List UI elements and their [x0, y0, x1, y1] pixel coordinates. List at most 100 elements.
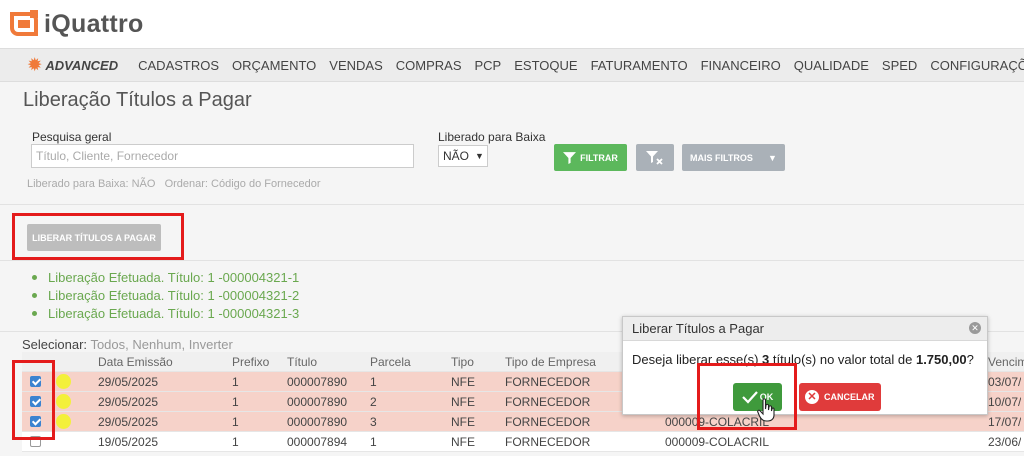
col-header-empresa[interactable]: Tipo de Empresa [505, 352, 596, 371]
table-row[interactable]: 29/05/2025 1 000007890 3 NFE FORNECEDOR … [22, 412, 1024, 432]
col-header-vencimento[interactable]: Vencim [988, 352, 1024, 371]
nav-configuracoes[interactable]: CONFIGURAÇÕES [930, 58, 1024, 73]
clear-filter-icon [646, 151, 663, 165]
confirm-dialog: Liberar Títulos a Pagar ✕ Deseja liberar… [622, 316, 988, 415]
search-input[interactable] [31, 144, 414, 168]
col-header-parcela[interactable]: Parcela [370, 352, 411, 371]
cell-tipo: NFE [451, 434, 475, 449]
cell-parcela: 1 [370, 434, 377, 449]
page-title: Liberação Títulos a Pagar [23, 89, 252, 111]
status-dot [56, 374, 71, 389]
cell-nome: 000009-COLACRIL [665, 434, 770, 449]
success-message: Liberação Efetuada. Título: 1 -000004321… [32, 304, 299, 322]
close-icon[interactable]: ✕ [969, 322, 981, 334]
hand-cursor-icon [757, 398, 775, 427]
filter-summary: Liberado para Baixa: NÃO Ordenar: Código… [27, 178, 321, 190]
cell-tipo: NFE [451, 414, 475, 429]
top-bar: iQuattro [0, 0, 1024, 48]
gear-icon: ✹ [28, 57, 42, 74]
liberado-label: Liberado para Baixa [438, 130, 546, 144]
cell-vencimento: 10/07/ [988, 394, 1022, 409]
highlight-box-liberar [12, 213, 184, 260]
logo-mark-icon [8, 8, 40, 40]
cancel-button-label: CANCELAR [824, 392, 875, 402]
liberado-value: NÃO [443, 149, 470, 163]
col-header-prefixo[interactable]: Prefixo [232, 352, 269, 371]
table-row[interactable]: 19/05/2025 1 000007894 1 NFE FORNECEDOR … [22, 432, 1024, 452]
cell-empresa: FORNECEDOR [505, 394, 591, 409]
col-header-titulo[interactable]: Título [287, 352, 317, 371]
logo-text: iQuattro [44, 9, 144, 38]
cell-data: 29/05/2025 [98, 374, 159, 389]
liberado-select[interactable]: NÃO ▼ [438, 145, 488, 167]
brand-advanced[interactable]: ✹ ADVANCED [28, 55, 118, 75]
cell-data: 29/05/2025 [98, 394, 159, 409]
brand-label: ADVANCED [45, 57, 119, 73]
chevron-down-icon: ▼ [768, 152, 777, 163]
select-lead: Selecionar: [22, 337, 88, 352]
cell-titulo: 000007894 [287, 434, 348, 449]
app-logo[interactable]: iQuattro [8, 8, 144, 40]
select-all-link[interactable]: Todos [90, 337, 125, 352]
nav-pcp[interactable]: PCP [475, 58, 502, 73]
select-none-link[interactable]: Nenhum [132, 337, 181, 352]
cell-tipo: NFE [451, 374, 475, 389]
cell-titulo: 000007890 [287, 394, 348, 409]
nav-compras[interactable]: COMPRAS [396, 58, 462, 73]
cell-titulo: 000007890 [287, 374, 348, 389]
cell-prefixo: 1 [232, 374, 239, 389]
dialog-title: Liberar Títulos a Pagar [632, 321, 764, 336]
cell-empresa: FORNECEDOR [505, 414, 591, 429]
more-filters-label: MAIS FILTROS [690, 152, 753, 163]
cell-empresa: FORNECEDOR [505, 374, 591, 389]
search-label: Pesquisa geral [32, 130, 112, 144]
main-nav: ✹ ADVANCED CADASTROS ORÇAMENTO VENDAS CO… [0, 48, 1024, 82]
nav-financeiro[interactable]: FINANCEIRO [701, 58, 781, 73]
col-header-data[interactable]: Data Emissão [98, 352, 173, 371]
cancel-button[interactable]: ✕ CANCELAR [799, 383, 881, 411]
cell-vencimento: 03/07/ [988, 374, 1022, 389]
filter-icon [563, 152, 577, 164]
highlight-box-ok [697, 363, 797, 430]
clear-filter-button[interactable] [636, 144, 674, 171]
nav-sped[interactable]: SPED [882, 58, 917, 73]
cell-parcela: 2 [370, 394, 377, 409]
divider [0, 204, 1024, 205]
success-message: Liberação Efetuada. Título: 1 -000004321… [32, 286, 299, 304]
more-filters-button[interactable]: MAIS FILTROS ▼ [682, 144, 785, 171]
divider [0, 260, 1024, 261]
filter-button-label: FILTRAR [580, 152, 618, 163]
cell-empresa: FORNECEDOR [505, 434, 591, 449]
cell-prefixo: 1 [232, 394, 239, 409]
success-messages: Liberação Efetuada. Título: 1 -000004321… [32, 268, 299, 322]
filter-button[interactable]: FILTRAR [554, 144, 627, 171]
dialog-header: Liberar Títulos a Pagar ✕ [623, 317, 987, 341]
select-invert-link[interactable]: Inverter [189, 337, 233, 352]
cell-vencimento: 17/07/ [988, 414, 1022, 429]
nav-cadastros[interactable]: CADASTROS [138, 58, 219, 73]
nav-vendas[interactable]: VENDAS [329, 58, 382, 73]
cell-parcela: 1 [370, 374, 377, 389]
cell-vencimento: 23/06/ [988, 434, 1022, 449]
col-header-tipo[interactable]: Tipo [451, 352, 474, 371]
cell-parcela: 3 [370, 414, 377, 429]
cell-tipo: NFE [451, 394, 475, 409]
dialog-msg-post: ? [966, 352, 974, 367]
select-controls: Selecionar: Todos, Nenhum, Inverter [22, 337, 233, 352]
cell-prefixo: 1 [232, 434, 239, 449]
nav-faturamento[interactable]: FATURAMENTO [591, 58, 688, 73]
cell-data: 19/05/2025 [98, 434, 159, 449]
nav-estoque[interactable]: ESTOQUE [514, 58, 577, 73]
highlight-box-checkboxes [12, 360, 55, 440]
dialog-message: Deseja liberar esse(s) 3 título(s) no va… [623, 341, 987, 367]
cell-prefixo: 1 [232, 414, 239, 429]
success-message: Liberação Efetuada. Título: 1 -000004321… [32, 268, 299, 286]
status-dot [56, 414, 71, 429]
cancel-icon: ✕ [805, 390, 819, 404]
cell-data: 29/05/2025 [98, 414, 159, 429]
nav-qualidade[interactable]: QUALIDADE [794, 58, 869, 73]
dialog-total: 1.750,00 [915, 352, 967, 367]
nav-orcamento[interactable]: ORÇAMENTO [232, 58, 316, 73]
chevron-down-icon: ▼ [475, 151, 484, 161]
cell-titulo: 000007890 [287, 414, 348, 429]
